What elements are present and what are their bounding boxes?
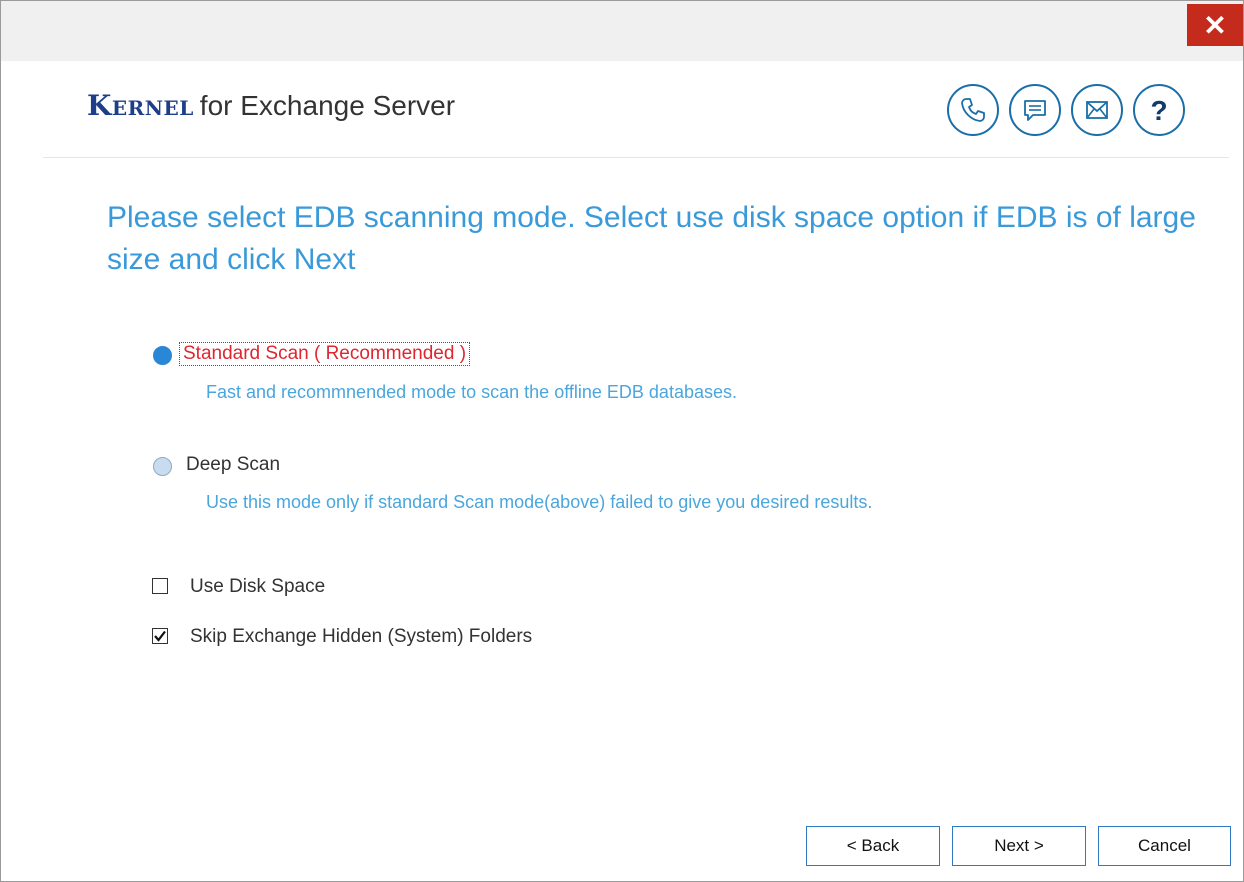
standard-scan-label[interactable]: Standard Scan ( Recommended )	[179, 342, 471, 366]
header: Kernel for Exchange Server ?	[1, 61, 1243, 159]
deep-scan-radio[interactable]	[153, 457, 172, 476]
page-heading: Please select EDB scanning mode. Select …	[107, 201, 1196, 276]
skip-hidden-folders-checkbox[interactable]	[152, 628, 168, 644]
support-icons: ?	[947, 84, 1185, 136]
close-button[interactable]: ✕	[1187, 4, 1243, 46]
svg-text:?: ?	[1150, 95, 1167, 126]
use-disk-space-label[interactable]: Use Disk Space	[190, 576, 325, 598]
deep-scan-description: Use this mode only if standard Scan mode…	[206, 492, 873, 512]
chat-icon[interactable]	[1009, 84, 1061, 136]
checkmark-icon	[154, 630, 166, 642]
dialog-window: ✕ Kernel for Exchange Server ? Please sel…	[0, 0, 1244, 882]
mail-icon[interactable]	[1071, 84, 1123, 136]
app-logo: Kernel for Exchange Server	[87, 89, 455, 122]
phone-icon[interactable]	[947, 84, 999, 136]
cancel-button[interactable]: Cancel	[1098, 826, 1231, 866]
help-icon[interactable]: ?	[1133, 84, 1185, 136]
back-button[interactable]: < Back	[806, 826, 940, 866]
deep-scan-label[interactable]: Deep Scan	[186, 454, 280, 476]
title-bar: ✕	[1, 1, 1243, 61]
product-name: for Exchange Server	[199, 90, 456, 121]
skip-hidden-folders-label[interactable]: Skip Exchange Hidden (System) Folders	[190, 626, 532, 648]
header-divider	[43, 157, 1229, 158]
standard-scan-radio[interactable]	[153, 346, 172, 365]
brand-name: Kernel	[87, 89, 194, 122]
next-button[interactable]: Next >	[952, 826, 1086, 866]
use-disk-space-checkbox[interactable]	[152, 578, 168, 594]
standard-scan-description: Fast and recommnended mode to scan the o…	[206, 382, 737, 402]
